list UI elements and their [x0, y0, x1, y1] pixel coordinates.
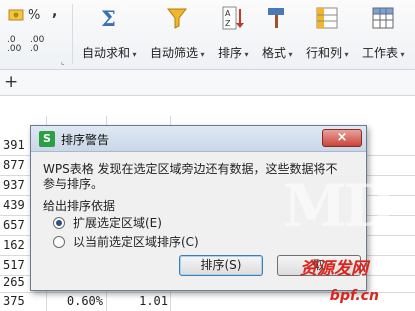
format-button[interactable]: 格式	[262, 6, 293, 61]
radio-expand[interactable]	[53, 216, 65, 229]
rows-columns-label: 行和列	[306, 44, 349, 61]
ribbon-toolbar: % , .0 .00 .00 .0 ⌞ Σ 自动求和 自动筛选 AZ 排序 格式	[0, 0, 415, 70]
dialog-titlebar[interactable]: S 排序警告 ×	[31, 126, 366, 152]
formula-bar: +	[0, 70, 415, 96]
svg-text:A: A	[225, 9, 231, 18]
cell-value[interactable]: 1.01	[108, 294, 168, 308]
watermark-logo: MD	[283, 172, 393, 240]
cell-value[interactable]: 657	[3, 218, 25, 232]
dialog-title: 排序警告	[61, 133, 110, 147]
autosum-label: 自动求和	[82, 44, 137, 61]
autofilter-button[interactable]: 自动筛选	[150, 6, 205, 61]
sort-label: 排序	[218, 44, 249, 61]
filter-funnel-icon	[165, 6, 189, 30]
worksheet-label: 工作表	[362, 44, 405, 61]
autofilter-label: 自动筛选	[150, 44, 205, 61]
svg-text:Z: Z	[225, 19, 231, 28]
add-icon[interactable]: +	[4, 72, 18, 92]
option-expand-label: 扩展选定区域(E)	[73, 216, 162, 230]
watermark-url: ɓpf.cn	[330, 288, 379, 304]
cell-value[interactable]: 375	[3, 294, 25, 308]
worksheet-grid-icon	[371, 6, 395, 30]
sort-az-icon: AZ	[221, 6, 245, 30]
wps-app-icon: S	[39, 131, 55, 147]
currency-format-icon[interactable]	[8, 8, 24, 25]
cell-value[interactable]: 162	[3, 238, 25, 252]
cell-value[interactable]: 877	[3, 158, 25, 172]
radio-current[interactable]	[53, 235, 65, 248]
cell-value[interactable]: 439	[3, 198, 25, 212]
decrease-decimal-button[interactable]: .00 .0	[30, 36, 44, 54]
option-current-selection[interactable]: 以当前选定区域排序(C)	[53, 233, 199, 250]
comma-style-button[interactable]: ,	[52, 4, 57, 20]
close-button[interactable]: ×	[322, 129, 362, 147]
worksheet-button[interactable]: 工作表	[362, 6, 405, 61]
option-current-label: 以当前选定区域排序(C)	[73, 235, 199, 249]
percent-style-button[interactable]: %	[28, 8, 40, 23]
cell-value[interactable]: 391	[3, 138, 25, 152]
cell-value[interactable]: 0.60%	[48, 294, 103, 308]
rows-columns-button[interactable]: 行和列	[306, 6, 349, 61]
sort-basis-label: 给出排序依据	[43, 199, 116, 213]
sort-button[interactable]: AZ 排序	[218, 6, 249, 61]
format-paint-icon	[265, 6, 289, 30]
format-label: 格式	[262, 44, 293, 61]
increase-decimal-button[interactable]: .0 .00	[7, 36, 21, 54]
sort-confirm-button[interactable]: 排序(S)	[179, 255, 263, 276]
dialog-launcher-icon[interactable]: ⌞	[61, 57, 65, 66]
cell-value[interactable]: 937	[3, 178, 25, 192]
option-expand-selection[interactable]: 扩展选定区域(E)	[53, 214, 162, 231]
rows-columns-icon	[315, 6, 339, 30]
sigma-icon: Σ	[97, 6, 121, 31]
cell-value[interactable]: 517	[3, 258, 25, 272]
watermark-site-name: 资源发网	[300, 259, 368, 279]
autosum-button[interactable]: Σ 自动求和	[82, 6, 137, 61]
svg-text:Σ: Σ	[101, 6, 116, 30]
ribbon-separator	[72, 4, 73, 64]
cell-value[interactable]: 265	[3, 275, 25, 289]
